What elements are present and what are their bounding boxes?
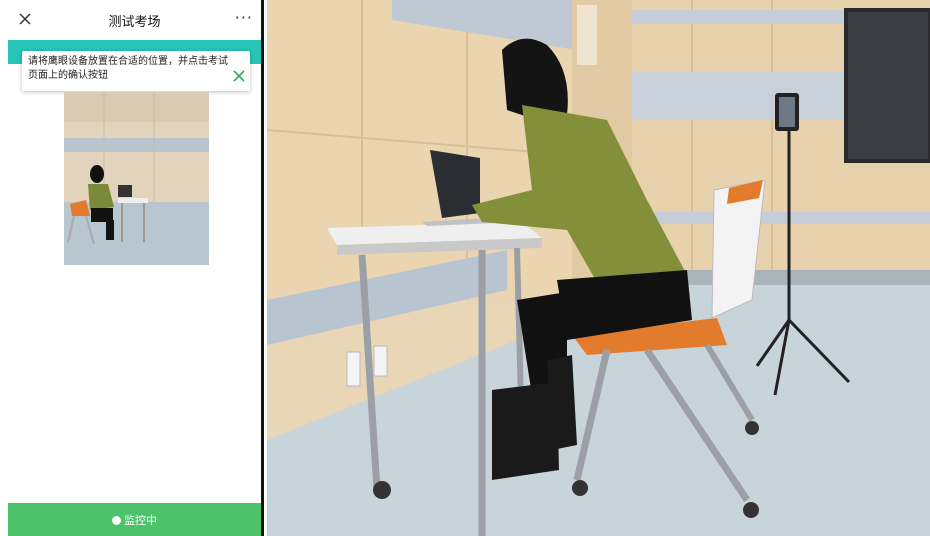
page-title: 测试考场: [108, 15, 161, 30]
room-camera-photo: [267, 0, 930, 536]
tip-text: 请将鹰眼设备放置在合适的位置，并点击考试页面上的确认按钮: [28, 56, 228, 81]
monitoring-label: 监控中: [124, 514, 157, 527]
mobile-exam-panel: 测试考场 ··· 请将鹰眼设备放置在合适的位置，并点击考试页面上的确认按钮 监控…: [0, 0, 264, 536]
check-close-icon[interactable]: [232, 69, 246, 83]
navbar: 测试考场 ···: [8, 0, 261, 41]
camera-preview-thumbnail: [64, 92, 209, 265]
placement-tip-popup: 请将鹰眼设备放置在合适的位置，并点击考试页面上的确认按钮: [22, 51, 250, 91]
monitoring-status-button[interactable]: 监控中: [8, 503, 261, 536]
more-menu-icon[interactable]: ···: [235, 8, 253, 27]
recording-dot-icon: [112, 516, 121, 525]
